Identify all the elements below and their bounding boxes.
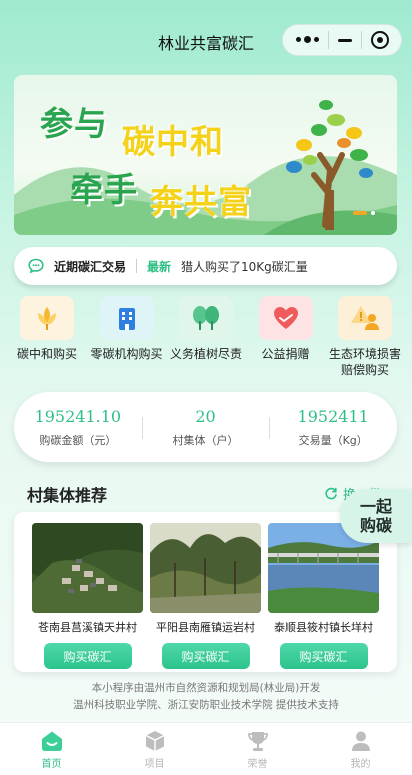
tab-label: 荣誉 bbox=[247, 758, 268, 770]
stats-panel: 195241.10 购碳金额（元） 20 村集体（户） 1952411 交易量（… bbox=[14, 392, 397, 462]
stat-label: 购碳金额（元） bbox=[39, 433, 117, 447]
banner-slogan-part: 碳中和 bbox=[122, 122, 224, 161]
category-label: 义务植树尽责 bbox=[169, 347, 242, 361]
tab-label: 项目 bbox=[144, 758, 165, 770]
category-zero-carbon-org[interactable]: 零碳机构购买 bbox=[88, 296, 166, 378]
float-button-line: 购碳 bbox=[359, 516, 392, 535]
stat-value: 1952411 bbox=[297, 406, 369, 426]
wheat-icon bbox=[20, 296, 74, 340]
stat-label: 交易量（Kg） bbox=[298, 433, 368, 447]
carousel-dot-active[interactable] bbox=[353, 211, 367, 215]
footer-line: 本小程序由温州市自然资源和规划局(林业局)开发 bbox=[91, 682, 321, 694]
stat-purchase-amount: 195241.10 购碳金额（元） bbox=[14, 407, 142, 448]
chat-bubble-icon bbox=[28, 258, 44, 274]
village-recommendations: 苍南县莒溪镇天井村 购买碳汇 平阳县南雁镇运岩村 购买碳汇 泰顺县筱村镇长垟村 … bbox=[14, 512, 397, 672]
close-target-icon[interactable] bbox=[370, 31, 389, 49]
tab-label: 首页 bbox=[41, 758, 62, 770]
stat-village-count: 20 村集体（户） bbox=[141, 406, 270, 448]
tab-projects[interactable]: 项目 bbox=[103, 723, 206, 775]
stat-value: 195241.10 bbox=[34, 406, 122, 426]
village-item[interactable]: 苍南县莒溪镇天井村 购买碳汇 bbox=[32, 523, 143, 669]
minimize-icon[interactable] bbox=[337, 38, 352, 42]
user-icon bbox=[351, 731, 370, 751]
mini-program-capsule bbox=[282, 24, 402, 56]
float-button-line: 一起 bbox=[359, 497, 392, 516]
more-menu-icon[interactable] bbox=[295, 36, 319, 43]
trophy-icon bbox=[247, 731, 268, 751]
capsule-divider bbox=[327, 31, 329, 49]
tab-label: 我的 bbox=[350, 758, 371, 770]
village-photo[interactable] bbox=[32, 523, 143, 613]
stat-label: 村集体（户） bbox=[172, 433, 239, 447]
ticker-message: 猎人购买了10Kg碳汇量 bbox=[181, 259, 308, 274]
buy-carbon-button[interactable]: 购买碳汇 bbox=[43, 643, 132, 669]
village-name: 泰顺县筱村镇长垟村 bbox=[274, 621, 373, 634]
person-warning-icon bbox=[338, 296, 392, 340]
bottom-tab-bar: 首页 项目 荣誉 我的 bbox=[0, 722, 412, 775]
nav-header: 林业共富碳汇 bbox=[0, 0, 412, 70]
tab-home[interactable]: 首页 bbox=[0, 723, 103, 775]
footer-line: 温州科技职业学院、浙江安防职业技术学院 提供技术支持 bbox=[73, 699, 339, 711]
stat-value: 20 bbox=[195, 406, 216, 426]
ticker-label: 近期碳汇交易 bbox=[54, 259, 127, 274]
section-title: 村集体推荐 bbox=[27, 486, 108, 505]
tab-honors[interactable]: 荣誉 bbox=[206, 723, 309, 775]
category-carbon-neutral[interactable]: 碳中和购买 bbox=[8, 296, 86, 378]
ticker-divider bbox=[136, 259, 138, 273]
village-name: 平阳县南雁镇运岩村 bbox=[156, 621, 255, 634]
buy-together-float-button[interactable]: 一起 购碳 bbox=[340, 489, 412, 543]
carousel-dot[interactable] bbox=[371, 211, 375, 215]
category-label: 零碳机构购买 bbox=[90, 347, 163, 361]
box-icon bbox=[145, 730, 164, 751]
category-grid: 碳中和购买 零碳机构购买 义务植树尽责 公益捐赠 生态环境损害赔偿购买 bbox=[8, 296, 404, 378]
village-name: 苍南县莒溪镇天井村 bbox=[38, 621, 137, 634]
hero-banner[interactable]: 参与 碳中和 牵手 奔共富 bbox=[14, 75, 397, 235]
capsule-divider bbox=[360, 31, 362, 49]
carousel-indicator[interactable] bbox=[353, 211, 375, 215]
category-tree-planting[interactable]: 义务植树尽责 bbox=[167, 296, 245, 378]
village-item[interactable]: 平阳县南雁镇运岩村 购买碳汇 bbox=[150, 523, 261, 669]
stat-trade-volume: 1952411 交易量（Kg） bbox=[269, 407, 397, 448]
category-eco-compensation[interactable]: 生态环境损害赔偿购买 bbox=[326, 296, 404, 378]
trees-icon bbox=[179, 296, 233, 340]
tab-mine[interactable]: 我的 bbox=[309, 723, 412, 775]
home-icon bbox=[41, 731, 62, 751]
buy-carbon-button[interactable]: 购买碳汇 bbox=[161, 643, 250, 669]
footer-credits: 本小程序由温州市自然资源和规划局(林业局)开发 温州科技职业学院、浙江安防职业技… bbox=[0, 680, 412, 714]
ticker-latest-tag: 最新 bbox=[147, 259, 172, 274]
category-label: 生态环境损害赔偿购买 bbox=[328, 347, 401, 377]
village-photo[interactable] bbox=[150, 523, 261, 613]
banner-slogan-part: 参与 bbox=[40, 104, 108, 143]
category-donation[interactable]: 公益捐赠 bbox=[247, 296, 325, 378]
banner-slogan-part: 牵手 bbox=[70, 170, 138, 209]
building-icon bbox=[99, 296, 154, 340]
recent-trades-ticker[interactable]: 近期碳汇交易 最新 猎人购买了10Kg碳汇量 bbox=[14, 247, 397, 285]
refresh-icon bbox=[325, 487, 337, 499]
heart-hand-icon bbox=[258, 296, 313, 340]
category-label: 公益捐赠 bbox=[261, 347, 310, 361]
banner-slogan-part: 奔共富 bbox=[150, 182, 252, 221]
category-label: 碳中和购买 bbox=[16, 347, 77, 361]
village-item[interactable]: 泰顺县筱村镇长垟村 购买碳汇 bbox=[268, 523, 379, 669]
buy-carbon-button[interactable]: 购买碳汇 bbox=[279, 643, 368, 669]
